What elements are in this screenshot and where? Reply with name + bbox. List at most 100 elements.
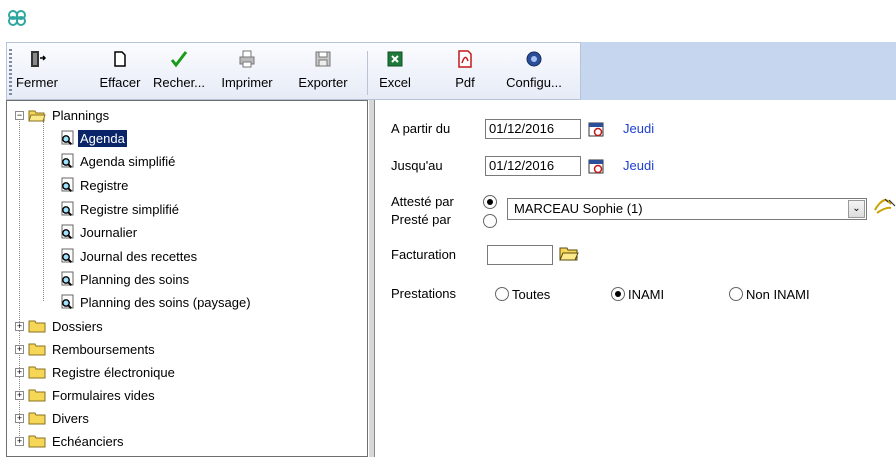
toolbar: Fermer Effacer Recher... Imprimer Export… bbox=[6, 42, 581, 100]
tree-label: Plannings bbox=[52, 107, 110, 123]
criteria-panel: A partir du 01/12/2016 Jeudi Jusqu'au 01… bbox=[374, 100, 896, 457]
tree-expander[interactable]: + bbox=[15, 390, 24, 400]
toolbar-background bbox=[581, 42, 896, 100]
tree-label: Dossiers bbox=[52, 318, 103, 334]
calendar-icon[interactable] bbox=[587, 157, 605, 175]
open-folder-icon[interactable] bbox=[559, 245, 579, 263]
tree-expander[interactable]: + bbox=[15, 367, 24, 377]
calendar-icon[interactable] bbox=[587, 120, 605, 138]
attested-by-radio[interactable] bbox=[483, 195, 497, 209]
tree-expander[interactable]: + bbox=[15, 413, 24, 423]
configurer-button[interactable]: Configu... bbox=[499, 47, 569, 97]
imprimer-button[interactable]: Imprimer bbox=[215, 47, 279, 97]
tree-label: Formulaires vides bbox=[52, 387, 155, 403]
tree-line bbox=[43, 121, 44, 301]
from-day-label: Jeudi bbox=[623, 121, 655, 136]
pdf-button[interactable]: Pdf bbox=[445, 47, 485, 97]
blank-page-icon bbox=[114, 51, 126, 67]
fermer-button[interactable]: Fermer bbox=[15, 47, 59, 97]
chevron-down-icon[interactable]: ⌄ bbox=[848, 200, 865, 218]
folder-icon bbox=[28, 366, 46, 379]
excel-icon bbox=[387, 51, 403, 67]
to-date-label: Jusqu'au bbox=[391, 158, 443, 173]
tree-leaf-planning-des-soins[interactable]: Planning des soins bbox=[59, 269, 191, 289]
rechercher-button[interactable]: Recher... bbox=[147, 47, 211, 97]
tree-label: Agenda bbox=[78, 129, 127, 147]
billing-label: Facturation bbox=[391, 247, 457, 262]
effacer-button[interactable]: Effacer bbox=[95, 47, 145, 97]
tree-expander[interactable]: + bbox=[15, 436, 24, 446]
services-all-radio[interactable] bbox=[495, 287, 509, 301]
tree-leaf-journal-des-recettes[interactable]: Journal des recettes bbox=[59, 246, 199, 266]
tree-label: Remboursements bbox=[52, 341, 155, 357]
pdf-icon bbox=[458, 50, 472, 68]
excel-button[interactable]: Excel bbox=[375, 47, 415, 97]
billing-input[interactable] bbox=[487, 245, 553, 265]
magnifier-report-icon bbox=[61, 201, 74, 217]
tree-label: Planning des soins (paysage) bbox=[80, 294, 251, 310]
tree-label: Journalier bbox=[80, 224, 138, 240]
to-day-label: Jeudi bbox=[623, 158, 655, 173]
magnifier-report-icon bbox=[61, 153, 74, 169]
performed-by-radio[interactable] bbox=[483, 214, 497, 228]
tree-leaf-journalier[interactable]: Journalier bbox=[59, 222, 139, 242]
checkmark-icon bbox=[170, 51, 188, 68]
magnifier-report-icon bbox=[61, 224, 74, 240]
magnifier-report-icon bbox=[61, 271, 74, 287]
toolbar-separator bbox=[367, 51, 368, 95]
from-date-label: A partir du bbox=[391, 121, 451, 136]
tree-label: Registre bbox=[80, 177, 129, 193]
toolbar-grip[interactable] bbox=[9, 49, 12, 95]
folder-icon bbox=[28, 412, 46, 425]
magnifier-report-icon bbox=[61, 130, 74, 146]
services-non-inami-label: Non INAMI bbox=[746, 287, 810, 302]
exporter-button[interactable]: Exporter bbox=[289, 47, 357, 97]
hand-icon[interactable] bbox=[871, 196, 896, 218]
to-date-input[interactable]: 01/12/2016 bbox=[485, 156, 581, 176]
tree-node-plannings[interactable]: − Plannings bbox=[15, 105, 111, 125]
services-inami-label: INAMI bbox=[628, 287, 665, 302]
services-label: Prestations bbox=[391, 286, 457, 301]
performed-by-label: Presté par bbox=[391, 212, 451, 227]
from-date-input[interactable]: 01/12/2016 bbox=[485, 119, 581, 139]
magnifier-report-icon bbox=[61, 294, 74, 310]
tree-node-formulaires-vides[interactable]: + Formulaires vides bbox=[15, 385, 157, 405]
tree-expander[interactable]: + bbox=[15, 344, 24, 354]
app-logo-icon bbox=[8, 10, 26, 26]
open-folder-icon bbox=[28, 110, 46, 122]
tree-label: Registre électronique bbox=[52, 364, 175, 380]
practitioner-value: MARCEAU Sophie (1) bbox=[514, 201, 643, 216]
tree-expander[interactable]: + bbox=[15, 321, 24, 331]
tree-node-dossiers[interactable]: + Dossiers bbox=[15, 316, 105, 336]
tree-label: Divers bbox=[52, 410, 89, 426]
practitioner-select[interactable]: MARCEAU Sophie (1) ⌄ bbox=[507, 198, 867, 220]
services-non-inami-radio[interactable] bbox=[729, 287, 743, 301]
magnifier-report-icon bbox=[61, 248, 74, 264]
tree-label: Planning des soins bbox=[80, 271, 190, 287]
tree-expander[interactable]: − bbox=[15, 110, 24, 120]
folder-icon bbox=[28, 435, 46, 448]
tree-leaf-registre[interactable]: Registre bbox=[59, 175, 130, 195]
tree-label: Registre simplifié bbox=[80, 201, 179, 217]
tree-leaf-agenda[interactable]: Agenda bbox=[59, 128, 127, 148]
services-inami-radio[interactable] bbox=[611, 287, 625, 301]
tree-label: Journal des recettes bbox=[80, 248, 198, 264]
tree-leaf-planning-des-soins-paysage[interactable]: Planning des soins (paysage) bbox=[59, 292, 253, 312]
save-disk-icon bbox=[315, 51, 331, 67]
tree-label: Echéanciers bbox=[52, 433, 124, 449]
title-bar bbox=[0, 0, 896, 42]
folder-icon bbox=[28, 389, 46, 402]
tree-node-registre-electronique[interactable]: + Registre électronique bbox=[15, 362, 177, 382]
services-all-label: Toutes bbox=[512, 287, 551, 302]
exit-door-icon bbox=[31, 51, 47, 67]
tree-node-remboursements[interactable]: + Remboursements bbox=[15, 339, 157, 359]
tree-label: Agenda simplifié bbox=[80, 153, 176, 169]
printer-icon bbox=[239, 50, 255, 68]
tree-leaf-registre-simplifie[interactable]: Registre simplifié bbox=[59, 199, 181, 219]
tree-leaf-agenda-simplifie[interactable]: Agenda simplifié bbox=[59, 151, 177, 171]
tree-node-echeanciers[interactable]: + Echéanciers bbox=[15, 431, 126, 451]
report-tree: − Plannings Agenda Agenda simplifié Regi… bbox=[6, 100, 368, 457]
tree-node-divers[interactable]: + Divers bbox=[15, 408, 91, 428]
attested-by-label: Attesté par bbox=[391, 194, 454, 209]
folder-icon bbox=[28, 320, 46, 333]
